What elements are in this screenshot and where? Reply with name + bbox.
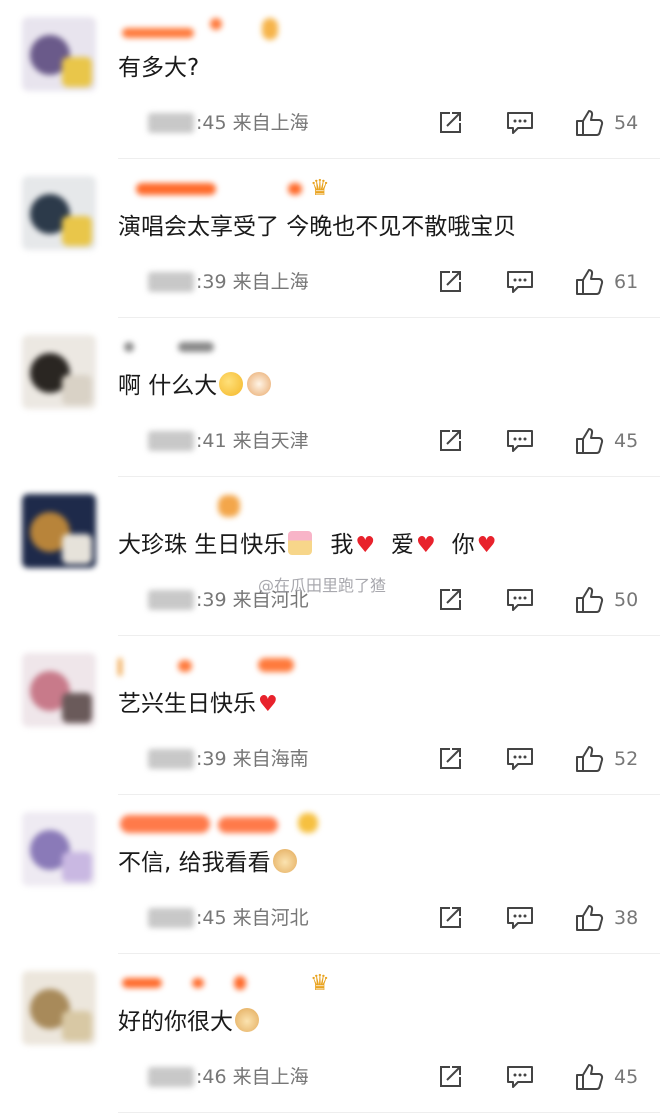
share-icon[interactable] xyxy=(437,746,463,772)
thinking-face-icon xyxy=(219,372,244,396)
share-icon[interactable] xyxy=(437,905,463,931)
heart-icon: ♥ xyxy=(416,533,436,558)
birthday-cake-icon xyxy=(288,531,313,555)
avatar[interactable] xyxy=(22,653,96,727)
avatar[interactable] xyxy=(22,176,96,250)
like-button[interactable]: 45 xyxy=(574,1062,638,1092)
like-button[interactable]: 45 xyxy=(574,426,638,456)
share-icon[interactable] xyxy=(437,269,463,295)
watermark: @在瓜田里跑了猹 xyxy=(258,576,387,595)
thumbs-up-icon xyxy=(574,903,604,933)
comment-icon[interactable] xyxy=(506,587,534,613)
heart-icon: ♥ xyxy=(476,533,497,558)
comment-text: 啊 什么大 xyxy=(118,370,273,402)
comment-text: 有多大? xyxy=(118,52,199,84)
like-button[interactable]: 54 xyxy=(574,108,638,138)
like-count: 45 xyxy=(614,430,639,452)
comment-text-part: 你 xyxy=(451,532,475,558)
doge-icon xyxy=(272,849,297,873)
username[interactable]: ♛ xyxy=(118,971,378,1000)
username[interactable] xyxy=(118,18,378,46)
avatar[interactable] xyxy=(22,335,96,409)
comment-icon[interactable] xyxy=(506,428,534,454)
like-count: 45 xyxy=(614,1066,639,1088)
comment-actions: 45 xyxy=(0,1062,660,1094)
comment-text-main: 艺兴生日快乐 xyxy=(118,691,256,717)
like-button[interactable]: 52 xyxy=(574,744,638,774)
comment-text: 演唱会太享受了 今晚也不见不散哦宝贝 xyxy=(118,211,516,243)
comment-item: 啊 什么大:41 来自天津 45 xyxy=(0,318,660,477)
comment-icon[interactable] xyxy=(506,905,534,931)
comment-icon[interactable] xyxy=(506,110,534,136)
comment-text-main: 大珍珠 生日快乐 xyxy=(118,532,287,558)
crown-icon: ♛ xyxy=(310,176,330,201)
comment-actions: 52 xyxy=(0,744,660,776)
comment-text: 艺兴生日快乐♥ xyxy=(118,688,278,721)
username[interactable] xyxy=(118,336,378,364)
like-count: 61 xyxy=(614,271,639,293)
comment-text-main: 演唱会太享受了 今晚也不见不散哦宝贝 xyxy=(118,214,517,240)
comment-text-main: 有多大? xyxy=(118,55,200,81)
share-icon[interactable] xyxy=(437,1064,463,1090)
like-count: 38 xyxy=(614,907,639,929)
like-button[interactable]: 38 xyxy=(574,903,638,933)
thumbs-up-icon xyxy=(574,585,604,615)
doge-icon xyxy=(235,1008,259,1032)
share-icon[interactable] xyxy=(437,110,463,136)
avatar[interactable] xyxy=(22,971,96,1045)
comment-item: 大珍珠 生日快乐 我♥ 爱♥ 你♥:39 来自河北 50 xyxy=(0,477,660,636)
heart-icon: ♥ xyxy=(258,692,278,717)
comment-actions: 54 xyxy=(0,108,660,140)
comment-text: 好的你很大 xyxy=(118,1006,261,1038)
like-button[interactable]: 61 xyxy=(574,267,638,297)
comment-item: 艺兴生日快乐♥:39 来自海南 52 xyxy=(0,636,660,795)
like-button[interactable]: 50 xyxy=(574,585,638,615)
username[interactable] xyxy=(118,813,378,841)
comment-text-main: 不信, 给我看看 xyxy=(118,850,271,876)
like-count: 52 xyxy=(614,748,639,770)
comment-text-main: 啊 什么大 xyxy=(118,373,218,399)
thumbs-up-icon xyxy=(574,267,604,297)
comment-text-main: 好的你很大 xyxy=(118,1009,233,1035)
thumbs-up-icon xyxy=(574,426,604,456)
share-icon[interactable] xyxy=(437,587,463,613)
share-icon[interactable] xyxy=(437,428,463,454)
comment-text-part: 我 xyxy=(330,532,354,558)
like-count: 54 xyxy=(614,112,639,134)
comment-item: 有多大?:45 来自上海 54 xyxy=(0,0,660,159)
comment-item: 不信, 给我看看:45 来自河北 38 xyxy=(0,795,660,954)
username[interactable]: ♛ xyxy=(118,176,378,205)
avatar[interactable] xyxy=(22,17,96,91)
comment-text: 大珍珠 生日快乐 我♥ 爱♥ 你♥ xyxy=(118,529,497,562)
heart-icon: ♥ xyxy=(355,533,376,558)
comment-text-part: 爱 xyxy=(391,532,415,558)
comment-actions: 61 xyxy=(0,267,660,299)
thumbs-up-icon xyxy=(574,1062,604,1092)
avatar[interactable] xyxy=(22,812,96,886)
thumbs-up-icon xyxy=(574,744,604,774)
comment-actions: 38 xyxy=(0,903,660,935)
crown-icon: ♛ xyxy=(310,971,330,996)
comment-item: ♛ 演唱会太享受了 今晚也不见不散哦宝贝:39 来自上海 61 xyxy=(0,159,660,318)
thumbs-up-icon xyxy=(574,108,604,138)
comment-icon[interactable] xyxy=(506,269,534,295)
comment-icon[interactable] xyxy=(506,1064,534,1090)
avatar[interactable] xyxy=(22,494,96,568)
cat-face-icon xyxy=(247,372,272,396)
comment-actions: 45 xyxy=(0,426,660,458)
comment-item: ♛ 好的你很大:46 来自上海 45 xyxy=(0,954,660,1113)
comment-text: 不信, 给我看看 xyxy=(118,847,299,879)
username[interactable] xyxy=(118,654,378,682)
like-count: 50 xyxy=(614,589,639,611)
username[interactable] xyxy=(118,495,378,523)
comment-icon[interactable] xyxy=(506,746,534,772)
